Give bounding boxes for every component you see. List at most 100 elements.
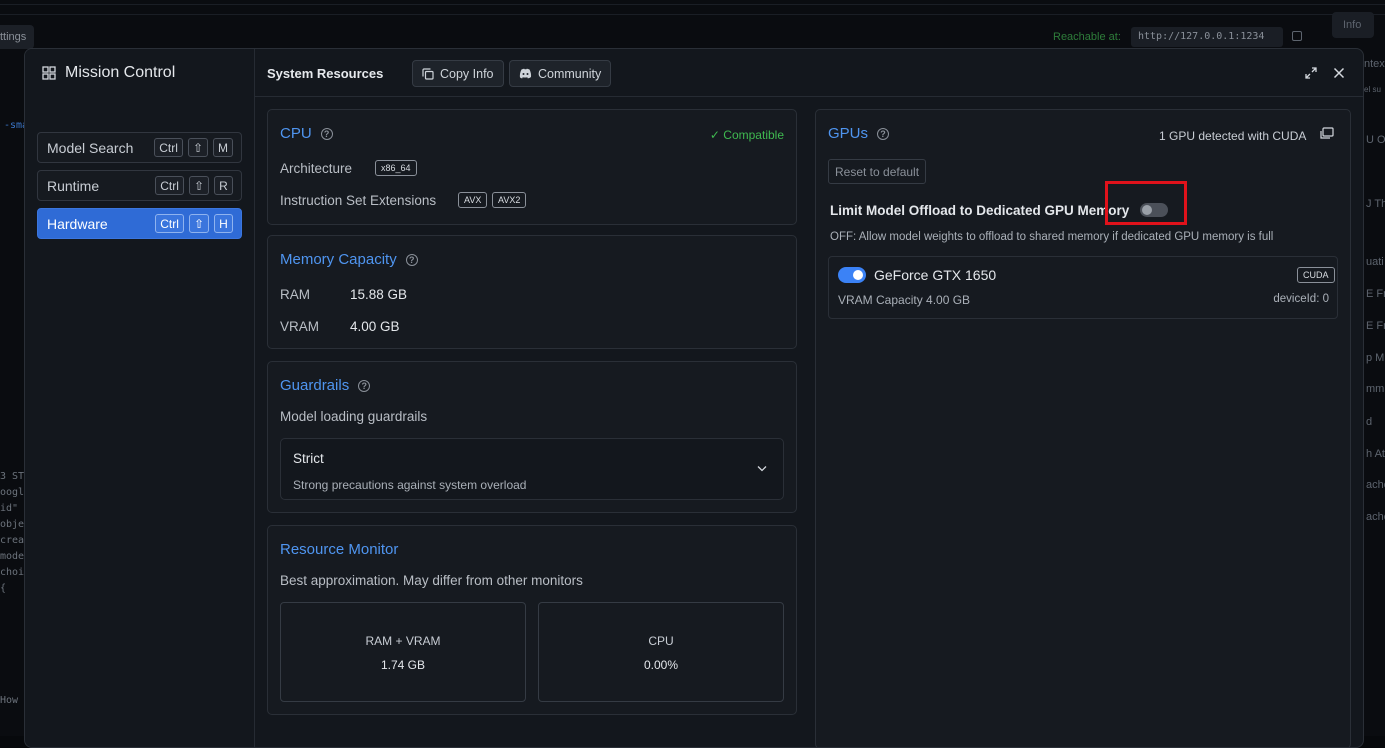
reset-to-default-button[interactable]: Reset to default [828, 159, 927, 184]
cpu-card: CPU ? ✓ Compatible Architecture x86_64 I… [267, 109, 797, 225]
cpu-title: CPU ? [280, 125, 333, 142]
memory-title: Memory Capacity ? [280, 251, 418, 268]
key-letter: M [213, 138, 233, 157]
resource-monitor-card: Resource Monitor Best approximation. May… [267, 525, 797, 715]
chevron-down-icon [757, 466, 767, 472]
limit-offload-desc: OFF: Allow model weights to offload to s… [830, 231, 1274, 243]
mission-control-modal: Mission Control Model Search Ctrl ⇧ M Ru… [24, 48, 1364, 748]
ram-vram-monitor: RAM + VRAM 1.74 GB [280, 602, 526, 702]
key-ctrl: Ctrl [155, 176, 184, 195]
bg-fragment: E Fr [1366, 288, 1385, 300]
windows-icon[interactable] [1319, 127, 1334, 140]
architecture-label: Architecture [280, 161, 353, 176]
limit-offload-label: Limit Model Offload to Dedicated GPU Mem… [830, 203, 1130, 218]
compatible-badge: ✓ Compatible [709, 128, 784, 142]
gpu-vram-capacity: VRAM Capacity 4.00 GB [838, 293, 971, 307]
key-letter: R [214, 176, 233, 195]
close-icon[interactable] [1330, 64, 1348, 82]
copy-info-button[interactable]: Copy Info [412, 60, 504, 87]
cuda-badge: CUDA [1297, 267, 1335, 283]
bg-code-fragment: mode [0, 551, 25, 562]
shortcut-keys: Ctrl ⇧ H [155, 214, 233, 233]
bg-code-fragment: choi [0, 567, 25, 578]
gpu-detected-text: 1 GPU detected with CUDA [1159, 129, 1307, 143]
monitor-title: Resource Monitor [280, 541, 398, 558]
bg-fragment: J Th [1366, 198, 1385, 210]
shortcut-keys: Ctrl ⇧ R [155, 176, 233, 195]
bg-url: http://127.0.0.1:1234 [1138, 31, 1265, 42]
cpu-monitor: CPU 0.00% [538, 602, 784, 702]
key-shift: ⇧ [188, 176, 209, 195]
guardrails-card: Guardrails ? Model loading guardrails St… [267, 361, 797, 513]
shortcut-keys: Ctrl ⇧ M [154, 138, 233, 157]
highlight-box [1105, 181, 1187, 225]
copy-icon [422, 67, 434, 80]
help-icon[interactable]: ? [405, 253, 418, 266]
ram-label: RAM [280, 287, 310, 302]
main-panel: System Resources Copy Info Community CPU… [255, 49, 1363, 747]
sidebar-title: Mission Control [42, 64, 175, 82]
bg-fragment: ache [1366, 479, 1385, 491]
page-title: System Resources [267, 66, 384, 81]
header: System Resources Copy Info Community [255, 49, 1363, 97]
bg-tab-label: ttings [0, 31, 27, 43]
key-ctrl: Ctrl [154, 138, 183, 157]
gpu-enable-toggle[interactable] [838, 267, 866, 283]
gpu-name: GeForce GTX 1650 [874, 267, 997, 283]
cpu-monitor-label: CPU [648, 634, 674, 648]
bg-divider [0, 4, 1385, 5]
monitor-subtitle: Best approximation. May differ from othe… [280, 573, 583, 588]
bg-fragment: U Of [1366, 134, 1385, 146]
help-icon[interactable]: ? [320, 127, 333, 140]
avx-badge: AVX [458, 192, 488, 208]
guardrails-title: Guardrails ? [280, 377, 371, 394]
sidebar-item-hardware[interactable]: Hardware Ctrl ⇧ H [37, 208, 242, 239]
bg-code-fragment: { [0, 583, 7, 594]
guardrails-select[interactable]: Strict Strong precautions against system… [280, 438, 784, 500]
gpus-title: GPUs ? [828, 125, 890, 142]
expand-icon[interactable] [1302, 64, 1320, 82]
architecture-badge: x86_64 [375, 160, 417, 176]
bg-reachable-label: Reachable at: [1053, 31, 1121, 43]
vram-value: 4.00 GB [350, 319, 400, 334]
bg-code-fragment: crea [0, 535, 25, 546]
community-button[interactable]: Community [509, 60, 612, 87]
copy-icon[interactable] [1292, 31, 1302, 41]
sidebar: Mission Control Model Search Ctrl ⇧ M Ru… [25, 49, 255, 747]
bg-tab[interactable]: ttings [0, 25, 34, 49]
bg-fragment: ntext [1364, 58, 1385, 70]
help-icon[interactable]: ? [877, 127, 890, 140]
bg-fragment: E Fr [1366, 320, 1385, 332]
guardrails-title-text: Guardrails [280, 377, 350, 394]
sidebar-item-runtime[interactable]: Runtime Ctrl ⇧ R [37, 170, 242, 201]
bg-info-tab[interactable]: Info [1332, 12, 1374, 38]
sidebar-item-label: Model Search [47, 139, 134, 156]
help-icon[interactable]: ? [358, 379, 371, 392]
bg-fragment: p M [1366, 352, 1385, 364]
bg-fragment: h At [1366, 448, 1385, 460]
gpu-device-id: deviceId: 0 [1273, 293, 1329, 305]
bg-code-fragment: obje [0, 519, 25, 530]
memory-card: Memory Capacity ? RAM 15.88 GB VRAM 4.00… [267, 235, 797, 349]
ram-vram-label: RAM + VRAM [365, 634, 441, 648]
sidebar-item-label: Runtime [47, 177, 100, 194]
ram-value: 15.88 GB [350, 287, 408, 302]
bg-fragment: el su [1364, 85, 1381, 94]
toggle-knob [853, 270, 863, 280]
copy-info-label: Copy Info [440, 66, 494, 81]
extensions-label: Instruction Set Extensions [280, 193, 437, 208]
avx2-badge: AVX2 [492, 192, 527, 208]
sidebar-item-label: Hardware [47, 215, 108, 232]
bg-fragment: uati [1366, 256, 1384, 268]
bg-code-fragment: id" [0, 503, 19, 514]
bg-fragment: mm [1366, 383, 1385, 395]
cpu-title-text: CPU [280, 125, 312, 142]
guardrails-selected-desc: Strong precautions against system overlo… [293, 478, 527, 492]
sidebar-item-model-search[interactable]: Model Search Ctrl ⇧ M [37, 132, 242, 163]
monitor-title-text: Resource Monitor [280, 541, 399, 558]
discord-icon [519, 68, 532, 79]
grid-icon [42, 66, 56, 80]
key-ctrl: Ctrl [155, 214, 184, 233]
guardrails-subtitle: Model loading guardrails [280, 409, 428, 424]
ram-vram-value: 1.74 GB [380, 658, 426, 672]
